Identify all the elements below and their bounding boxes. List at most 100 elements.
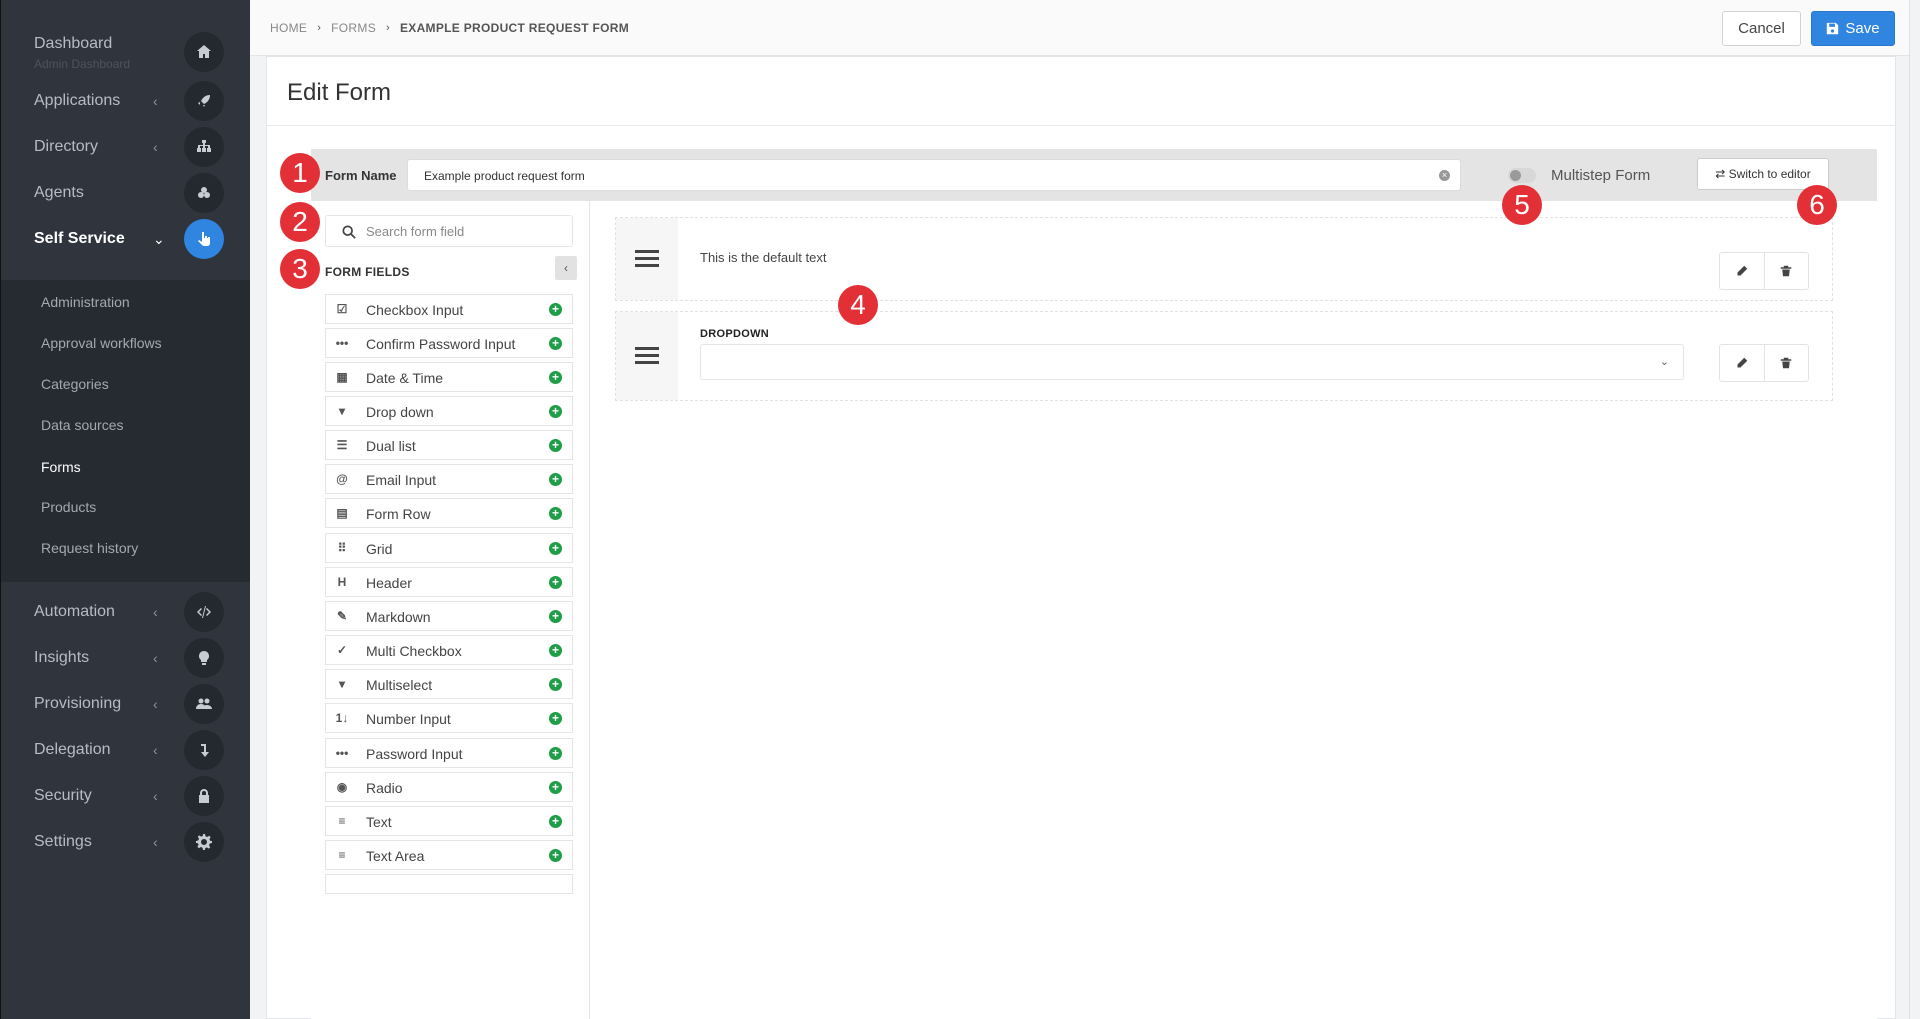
drag-handle-icon[interactable] xyxy=(616,312,678,400)
add-icon[interactable]: + xyxy=(549,678,562,691)
add-icon[interactable]: + xyxy=(549,610,562,623)
add-icon[interactable]: + xyxy=(549,747,562,760)
form-field-item[interactable]: ☰ Dual list + xyxy=(325,430,573,460)
add-icon[interactable]: + xyxy=(549,405,562,418)
add-icon[interactable]: + xyxy=(549,303,562,316)
nav-agents[interactable]: Agents xyxy=(1,170,251,216)
add-icon[interactable]: + xyxy=(549,644,562,657)
annotation-marker-6: 6 xyxy=(1797,185,1837,225)
canvas-row-dropdown[interactable]: DROPDOWN ⌄ xyxy=(615,311,1833,401)
form-field-item[interactable]: 1↓ Number Input + xyxy=(325,703,573,733)
form-field-label: Password Input xyxy=(366,746,463,762)
nav-delegation[interactable]: Delegation ‹ xyxy=(1,727,251,773)
search-input[interactable] xyxy=(366,216,566,246)
cubes-icon xyxy=(184,173,224,213)
form-field-item-partial[interactable] xyxy=(325,874,573,894)
drag-handle-icon[interactable] xyxy=(616,218,678,300)
form-field-item[interactable]: ☑ Checkbox Input + xyxy=(325,294,573,324)
form-field-item[interactable]: ▾ Drop down + xyxy=(325,396,573,426)
submenu-approval-workflows[interactable]: Approval workflows xyxy=(41,335,162,351)
submenu-products[interactable]: Products xyxy=(41,499,96,515)
add-icon[interactable]: + xyxy=(549,337,562,350)
switch-to-editor-button[interactable]: ⇄ Switch to editor xyxy=(1697,158,1829,190)
form-field-label: Confirm Password Input xyxy=(366,336,516,352)
add-icon[interactable]: + xyxy=(549,439,562,452)
search-form-field[interactable] xyxy=(325,215,573,247)
submenu-data-sources[interactable]: Data sources xyxy=(41,417,123,433)
clear-icon[interactable]: × xyxy=(1439,170,1450,181)
form-field-item[interactable]: ◉ Radio + xyxy=(325,772,573,802)
nav-settings[interactable]: Settings ‹ xyxy=(1,819,251,865)
edit-button[interactable] xyxy=(1720,253,1765,289)
nav-insights[interactable]: Insights ‹ xyxy=(1,635,251,681)
collapse-panel-button[interactable]: ‹ xyxy=(555,256,577,280)
annotation-marker-3: 3 xyxy=(280,249,320,289)
save-button[interactable]: Save xyxy=(1811,11,1895,46)
breadcrumb-forms[interactable]: FORMS xyxy=(331,21,376,35)
header-icon: H xyxy=(337,575,347,589)
nav-automation[interactable]: Automation ‹ xyxy=(1,589,251,635)
add-icon[interactable]: + xyxy=(549,781,562,794)
form-field-item[interactable]: ≡ Text + xyxy=(325,806,573,836)
submenu-administration[interactable]: Administration xyxy=(41,294,130,310)
dropdown-select[interactable]: ⌄ xyxy=(700,344,1684,380)
add-icon[interactable]: + xyxy=(549,371,562,384)
chevron-left-icon: ‹ xyxy=(153,139,158,155)
add-icon[interactable]: + xyxy=(549,542,562,555)
submenu-forms[interactable]: Forms xyxy=(41,459,81,475)
level-down-icon xyxy=(184,730,224,770)
breadcrumb-home[interactable]: HOME xyxy=(270,21,307,35)
add-icon[interactable]: + xyxy=(549,815,562,828)
nav-dashboard[interactable]: Dashboard Admin Dashboard xyxy=(1,29,251,75)
form-builder: Form Name Example product request form ×… xyxy=(311,149,1877,1019)
multistep-toggle[interactable] xyxy=(1508,168,1536,183)
cancel-button[interactable]: Cancel xyxy=(1722,11,1801,46)
nav-insights-label: Insights xyxy=(34,649,90,666)
submenu-categories[interactable]: Categories xyxy=(41,376,109,392)
form-field-item[interactable]: ✓ Multi Checkbox + xyxy=(325,635,573,665)
add-icon[interactable]: + xyxy=(549,473,562,486)
add-icon[interactable]: + xyxy=(549,576,562,589)
add-icon[interactable]: + xyxy=(549,849,562,862)
annotation-marker-2: 2 xyxy=(280,202,320,242)
form-field-item[interactable]: ⠿ Grid + xyxy=(325,533,573,563)
form-field-item[interactable]: ••• Confirm Password Input + xyxy=(325,328,573,358)
nav-self-service[interactable]: Self Service ⌄ xyxy=(1,216,251,262)
chevron-down-icon: ⌄ xyxy=(1659,356,1669,368)
form-field-label: Number Input xyxy=(366,711,451,727)
form-field-item[interactable]: ≡ Text Area + xyxy=(325,840,573,870)
nav-provisioning[interactable]: Provisioning ‹ xyxy=(1,681,251,727)
add-icon[interactable]: + xyxy=(549,507,562,520)
canvas-row-text[interactable]: This is the default text xyxy=(615,217,1833,301)
chevron-left-icon: ‹ xyxy=(153,696,158,712)
nav-dashboard-label: Dashboard xyxy=(34,35,113,52)
hand-pointer-icon xyxy=(184,219,224,259)
check-circle-icon: ✓ xyxy=(336,643,348,657)
search-icon xyxy=(342,225,356,239)
delete-button[interactable] xyxy=(1765,345,1809,381)
form-field-item[interactable]: ••• Password Input + xyxy=(325,738,573,768)
delete-button[interactable] xyxy=(1765,253,1809,289)
page-scrollbar[interactable] xyxy=(1909,0,1920,1019)
add-icon[interactable]: + xyxy=(549,712,562,725)
nav-provisioning-label: Provisioning xyxy=(34,695,122,712)
form-field-item[interactable]: ▾ Multiselect + xyxy=(325,669,573,699)
edit-form-card: Edit Form Form Name Example product requ… xyxy=(266,56,1897,1019)
nav-directory[interactable]: Directory ‹ xyxy=(1,124,251,170)
annotation-marker-1: 1 xyxy=(280,153,320,193)
form-name-input[interactable]: Example product request form × xyxy=(407,159,1461,191)
divider xyxy=(267,125,1897,126)
form-field-item[interactable]: ▤ Form Row + xyxy=(325,498,573,528)
align-left-icon: ≡ xyxy=(338,814,346,828)
form-field-item[interactable]: ✎ Markdown + xyxy=(325,601,573,631)
nav-security[interactable]: Security ‹ xyxy=(1,773,251,819)
edit-button[interactable] xyxy=(1720,345,1765,381)
form-field-item[interactable]: @ Email Input + xyxy=(325,464,573,494)
form-field-label: Form Row xyxy=(366,506,431,522)
nav-applications[interactable]: Applications ‹ xyxy=(1,78,251,124)
form-field-item[interactable]: ▦ Date & Time + xyxy=(325,362,573,392)
calendar-icon: ▦ xyxy=(336,370,348,384)
ellipsis-icon: ••• xyxy=(335,746,349,760)
submenu-request-history[interactable]: Request history xyxy=(41,540,138,556)
form-field-item[interactable]: H Header + xyxy=(325,567,573,597)
